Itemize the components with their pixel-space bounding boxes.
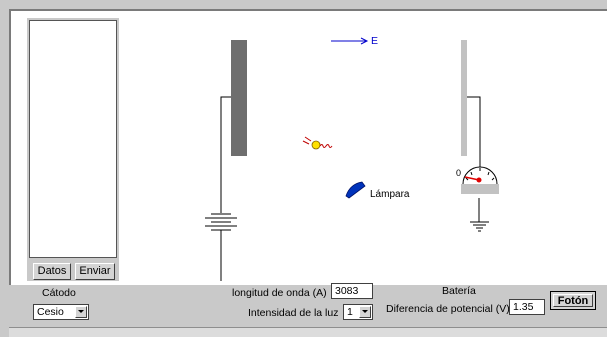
data-button[interactable]: Datos xyxy=(33,263,71,280)
send-button[interactable]: Enviar xyxy=(75,263,115,280)
intensity-label: Intensidad de la luz xyxy=(248,307,339,319)
lamp-icon xyxy=(345,181,366,199)
photon-icon xyxy=(302,136,333,150)
battery-label: Batería xyxy=(442,285,476,297)
cathode-select[interactable]: Cesio xyxy=(33,304,89,320)
chevron-down-icon[interactable] xyxy=(75,306,87,318)
cathode-wire xyxy=(220,96,231,213)
wavelength-label: longitud de onda (A) xyxy=(232,287,327,299)
photon-button-label: Fotón xyxy=(553,294,593,307)
anode-wire xyxy=(467,96,481,168)
field-label: E xyxy=(371,35,379,47)
cathode-plate xyxy=(231,40,247,156)
potential-input[interactable]: 1.35 xyxy=(509,299,545,315)
status-strip xyxy=(9,327,607,337)
cathode-label: Cátodo xyxy=(42,287,76,299)
wavelength-input[interactable]: 3083 xyxy=(331,283,373,299)
intensity-select-value: 1 xyxy=(347,306,353,318)
anode-plate xyxy=(461,40,467,156)
intensity-select[interactable]: 1 xyxy=(343,304,373,320)
data-list[interactable] xyxy=(29,20,117,258)
electric-field-arrow xyxy=(331,37,369,45)
potential-label: Diferencia de potencial (V) xyxy=(386,303,510,315)
meter-zero-label: 0 xyxy=(456,168,462,178)
photon-button[interactable]: Fotón xyxy=(550,291,596,310)
cathode-select-value: Cesio xyxy=(37,306,64,318)
lamp-label: Lámpara xyxy=(370,189,410,200)
ammeter xyxy=(461,166,499,194)
chevron-down-icon[interactable] xyxy=(359,306,371,318)
battery-symbol xyxy=(205,213,237,231)
ground-icon xyxy=(470,221,489,232)
